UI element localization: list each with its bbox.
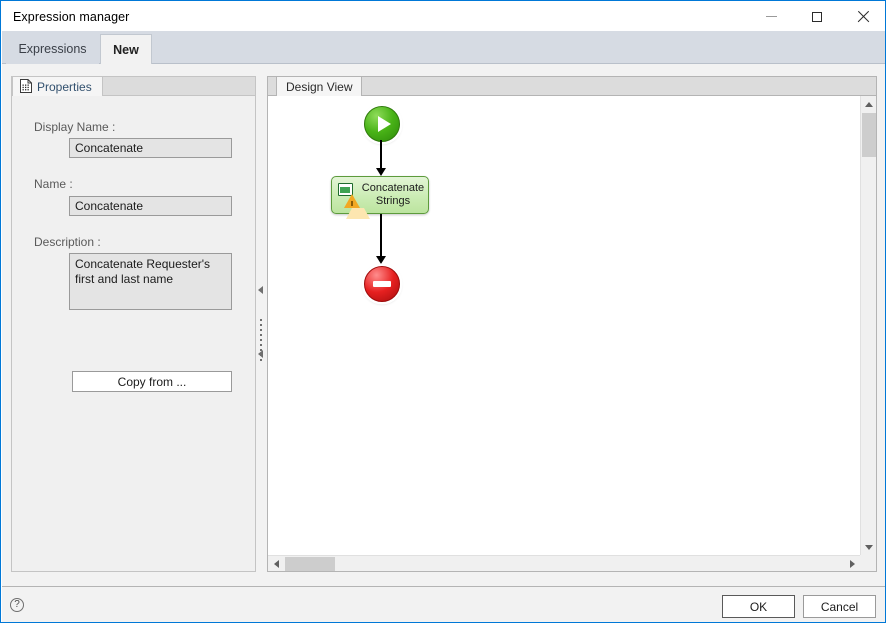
question-mark-icon[interactable]: ? — [10, 598, 24, 612]
flow-node-concatenate-strings[interactable]: Concatenate Strings — [331, 176, 429, 219]
flow-node-label-line1: Concatenate — [361, 182, 425, 194]
tab-new-label: New — [113, 43, 139, 57]
minimize-button[interactable] — [748, 2, 794, 31]
vertical-scroll-thumb[interactable] — [862, 113, 876, 157]
scroll-left-button[interactable] — [268, 556, 284, 571]
name-label: Name : — [34, 177, 73, 191]
arrowhead-start-to-task — [376, 168, 386, 176]
flow-node-label: Concatenate Strings — [360, 182, 426, 208]
scroll-right-button[interactable] — [844, 556, 860, 571]
expression-manager-window: Expression manager Expressions New Prope… — [0, 0, 886, 623]
name-input[interactable] — [69, 196, 232, 216]
splitter-collapse-top-icon[interactable] — [258, 286, 263, 294]
canvas-vertical-scrollbar[interactable] — [860, 96, 876, 555]
scroll-down-button[interactable] — [861, 539, 876, 555]
copy-from-button[interactable]: Copy from ... — [72, 371, 232, 392]
scrollbar-corner — [860, 555, 876, 571]
main-tab-strip: Expressions New — [2, 31, 885, 65]
design-canvas[interactable]: Concatenate Strings — [268, 96, 860, 555]
window-controls — [748, 2, 885, 31]
scroll-up-button[interactable] — [861, 96, 876, 112]
tab-properties[interactable]: Properties — [12, 76, 103, 97]
stop-icon — [373, 281, 391, 287]
properties-tab-row: Properties — [11, 76, 256, 97]
connector-start-to-task — [380, 140, 382, 170]
arrow-down-icon — [865, 544, 873, 550]
document-grid-icon — [20, 78, 32, 96]
play-icon — [377, 116, 391, 132]
tab-design-view-label: Design View — [286, 80, 353, 94]
close-icon — [857, 11, 869, 23]
arrow-left-icon — [273, 560, 279, 568]
cancel-button[interactable]: Cancel — [803, 595, 876, 618]
flow-node-end[interactable] — [364, 266, 400, 302]
window-title: Expression manager — [13, 9, 130, 24]
flow-node-label-line2: Strings — [375, 195, 411, 207]
tab-expressions[interactable]: Expressions — [6, 34, 99, 64]
design-view-tab-row: Design View — [267, 76, 877, 97]
tab-expressions-label: Expressions — [18, 42, 87, 56]
flow-node-start[interactable] — [364, 106, 400, 142]
description-input[interactable] — [69, 253, 232, 310]
arrowhead-task-to-end — [376, 256, 386, 264]
display-name-input[interactable] — [69, 138, 232, 158]
maximize-icon — [812, 11, 822, 22]
tab-properties-label: Properties — [37, 80, 92, 94]
maximize-button[interactable] — [794, 2, 840, 31]
properties-panel-body: Display Name : Name : Description : Copy… — [11, 96, 256, 572]
description-label: Description : — [34, 235, 101, 249]
title-bar: Expression manager — [2, 2, 885, 31]
properties-panel: Properties Display Name : Name : Descrip… — [11, 76, 256, 572]
horizontal-scroll-thumb[interactable] — [285, 557, 335, 571]
display-name-label: Display Name : — [34, 120, 116, 134]
dialog-footer: ? OK Cancel — [2, 586, 885, 622]
arrow-up-icon — [865, 101, 873, 107]
close-button[interactable] — [840, 2, 885, 31]
design-canvas-frame: Concatenate Strings — [267, 96, 877, 572]
ok-button[interactable]: OK — [722, 595, 795, 618]
splitter-collapse-bottom-icon[interactable] — [258, 350, 263, 358]
panel-splitter[interactable] — [256, 76, 266, 572]
dialog-body: Properties Display Name : Name : Descrip… — [2, 64, 885, 586]
connector-task-to-end — [380, 214, 382, 258]
warning-exclamation — [351, 201, 353, 206]
design-view-panel: Design View Concatenate Strings — [267, 76, 877, 572]
tab-new[interactable]: New — [100, 34, 152, 65]
tab-design-view[interactable]: Design View — [276, 76, 363, 97]
arrow-right-icon — [849, 560, 855, 568]
minimize-icon — [765, 16, 777, 17]
canvas-horizontal-scrollbar[interactable] — [268, 555, 860, 571]
